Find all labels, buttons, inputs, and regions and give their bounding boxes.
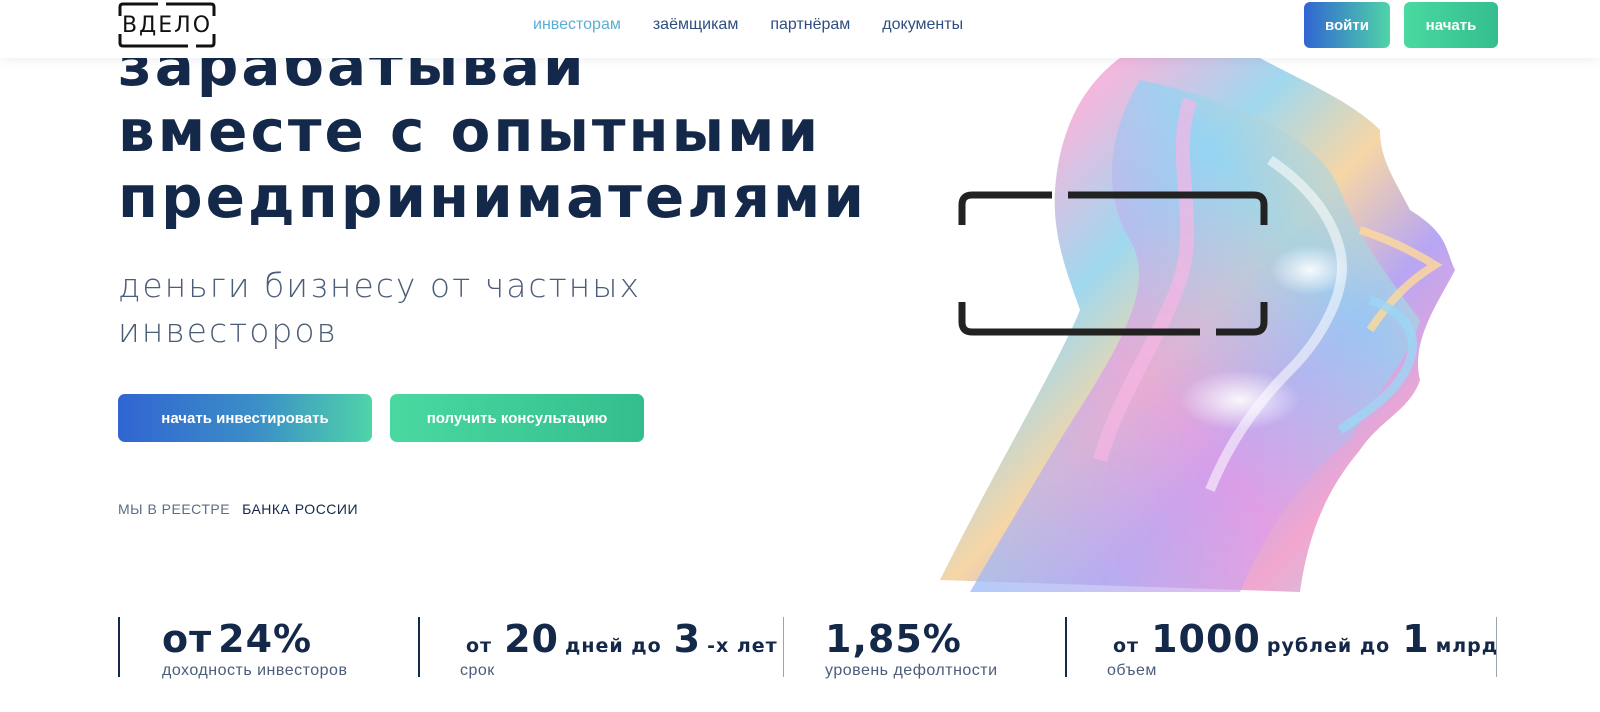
vdelo-bracket-logo[interactable]: ВДЕЛО — [118, 2, 216, 48]
stat-label: уровень дефолтности — [825, 662, 998, 679]
login-button[interactable]: войти — [1304, 2, 1390, 48]
stat-value-part: 1 — [1402, 617, 1430, 661]
stat-value-part: от — [162, 617, 213, 661]
logo-text: ВДЕЛО — [121, 12, 213, 38]
nav-documents[interactable]: документы — [882, 16, 963, 34]
site-header: ВДЕЛО инвесторам заёмщикам партнёрам док… — [0, 0, 1600, 58]
registry-prefix: МЫ В РЕЕСТРЕ — [118, 501, 231, 517]
stat-value-part: 24% — [218, 617, 313, 661]
stat-divider — [1496, 617, 1497, 677]
stat-divider — [783, 617, 784, 677]
stat-value-part: рублей до — [1266, 635, 1391, 657]
stat-divider — [418, 617, 420, 677]
stats-bar: от 24% доходность инвесторов от 20 дней до 3… — [118, 617, 1498, 679]
registry-note: МЫ В РЕЕСТРЕ БАНКА РОССИИ — [118, 501, 358, 517]
stat-value: от 1000 рублей до 1 млрд — [1107, 617, 1504, 661]
stat-value-part: дней до — [564, 635, 662, 657]
stat-value: от 24% — [162, 617, 312, 661]
stat-value-part: 1,85% — [825, 617, 962, 661]
start-investing-button[interactable]: начать инвестировать — [118, 394, 372, 442]
start-button[interactable]: начать — [1404, 2, 1498, 48]
stat-value-part: от — [1113, 635, 1140, 657]
stat-label: объем — [1107, 662, 1157, 679]
stat-divider — [1065, 617, 1067, 677]
stat-label: доходность инвесторов — [162, 662, 348, 679]
stat-label: срок — [460, 662, 495, 679]
main-nav: инвесторам заёмщикам партнёрам документы — [533, 16, 963, 34]
nav-borrowers[interactable]: заёмщикам — [653, 16, 738, 34]
stat-value-part: от — [466, 635, 493, 657]
hero-title: зарабатывай вместе с опытными предприним… — [118, 32, 898, 230]
stat-value-part: 20 — [504, 617, 559, 661]
stat-divider — [118, 617, 120, 677]
hero-title-line: предпринимателями — [118, 163, 867, 231]
stat-value-part: 3 — [673, 617, 702, 661]
bank-of-russia-link[interactable]: БАНКА РОССИИ — [242, 501, 358, 517]
hero-subtitle-line: инвесторов — [118, 311, 338, 350]
holographic-face-art — [940, 40, 1560, 592]
nav-investors[interactable]: инвесторам — [533, 16, 621, 34]
stat-value: от 20 дней до 3 -х лет — [460, 617, 784, 661]
nav-partners[interactable]: партнёрам — [770, 16, 850, 34]
stat-value: 1,85% — [825, 617, 962, 661]
hero-subtitle: деньги бизнесу от частных инвесторов — [118, 263, 718, 353]
get-consultation-button[interactable]: получить консультацию — [390, 394, 644, 442]
stat-value-part: -х лет — [707, 635, 778, 657]
stat-value-part: 1000 — [1151, 617, 1261, 661]
stat-value-part: млрд — [1435, 635, 1499, 657]
hero-subtitle-line: деньги бизнесу от частных — [118, 266, 642, 305]
hero-title-line: вместе с опытными — [118, 97, 822, 165]
